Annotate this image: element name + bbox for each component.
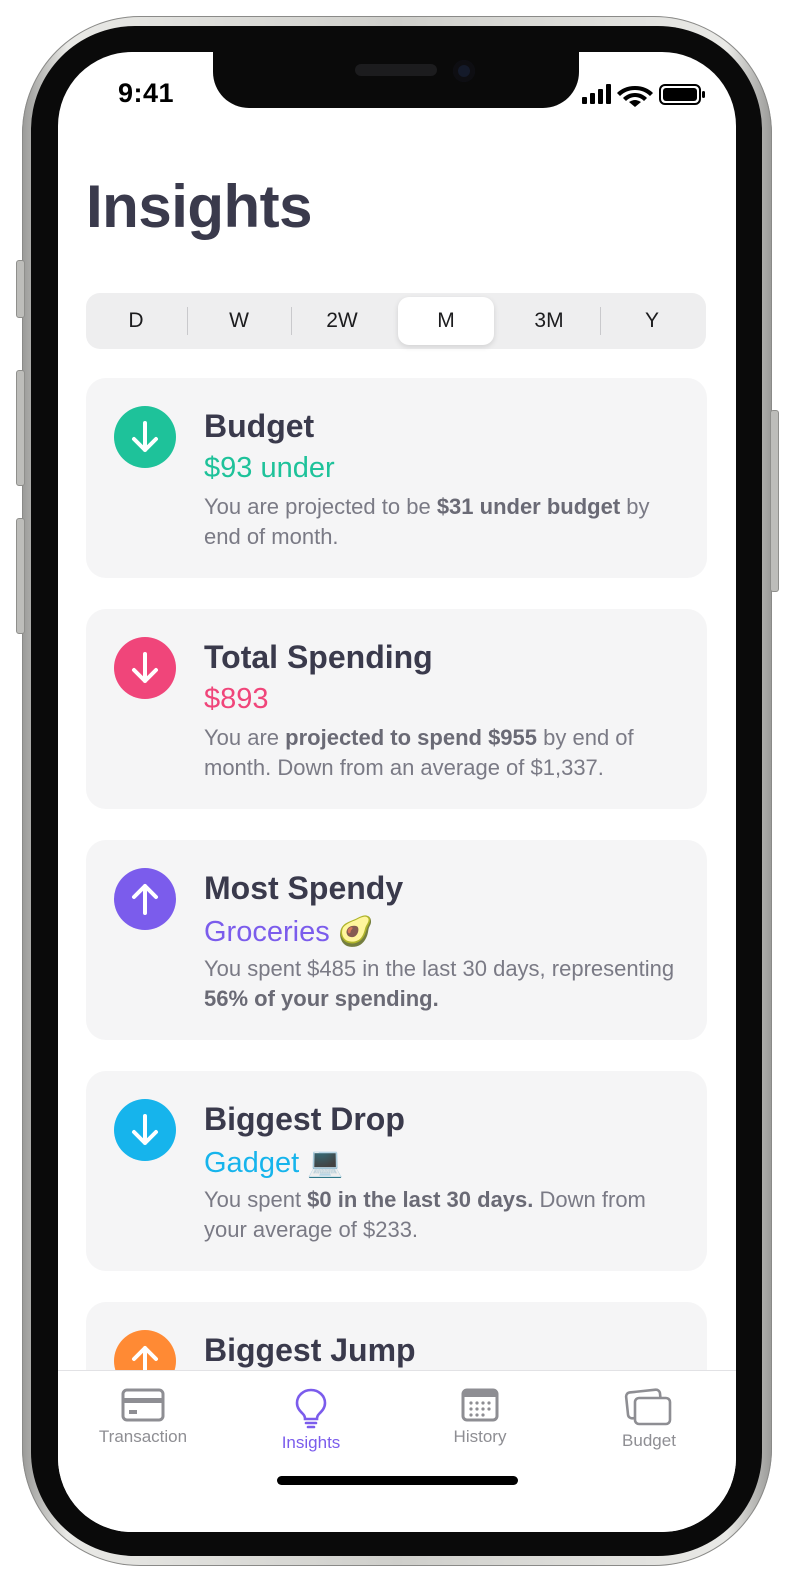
card-value: $93 under <box>204 452 335 484</box>
card-description: You spent $485 in the last 30 days, repr… <box>204 956 675 1011</box>
period-option-m[interactable]: M <box>398 297 494 345</box>
period-selector: D W 2W M 3M Y <box>86 293 706 349</box>
segment-divider <box>187 307 188 335</box>
tab-bar: Transaction Insights History Budget <box>58 1370 736 1532</box>
insight-card-biggest-drop[interactable]: Biggest Drop Gadget 💻 You spent $0 in th… <box>86 1071 707 1271</box>
card-title: Most Spendy <box>204 870 404 906</box>
card-title: Total Spending <box>204 639 433 675</box>
silent-switch <box>16 260 25 318</box>
screen: 9:41 Insights D W 2W M 3M Y Budget $93 u… <box>58 52 736 1532</box>
tab-transaction[interactable]: Transaction <box>68 1387 218 1461</box>
status-icons <box>580 82 708 108</box>
card-title: Biggest Drop <box>204 1101 405 1137</box>
arrow-down-icon <box>114 406 176 468</box>
tab-label: Transaction <box>98 1427 188 1446</box>
power-button <box>770 410 779 592</box>
cellular-signal-icon <box>582 84 611 104</box>
laptop-emoji: 💻 <box>307 1145 344 1179</box>
tab-label: History <box>453 1427 507 1446</box>
tab-insights[interactable]: Insights <box>236 1387 386 1461</box>
card-value-text: Groceries <box>204 916 330 948</box>
tab-label: Insights <box>281 1433 341 1452</box>
speaker-grille <box>355 64 437 76</box>
credit-card-icon <box>121 1388 165 1422</box>
period-option-d[interactable]: D <box>88 297 184 345</box>
card-title: Biggest Jump <box>204 1332 416 1368</box>
notch <box>213 52 579 108</box>
insight-card-most-spendy[interactable]: Most Spendy Groceries 🥑 You spent $485 i… <box>86 840 707 1040</box>
status-time: 9:41 <box>118 78 175 108</box>
tab-label: Budget <box>622 1431 676 1450</box>
volume-down-button <box>16 518 25 634</box>
period-option-y[interactable]: Y <box>604 297 700 345</box>
card-value: Groceries 🥑 <box>204 914 374 949</box>
insight-card-total-spending[interactable]: Total Spending $893 You are projected to… <box>86 609 707 809</box>
period-option-3m[interactable]: 3M <box>501 297 597 345</box>
insight-card-budget[interactable]: Budget $93 under You are projected to be… <box>86 378 707 578</box>
card-title: Budget <box>204 408 315 444</box>
period-option-2w[interactable]: 2W <box>294 297 390 345</box>
cards-stack-icon <box>624 1388 672 1426</box>
arrow-down-icon <box>114 637 176 699</box>
card-value: $893 <box>204 683 269 715</box>
volume-up-button <box>16 370 25 486</box>
card-value: Gadget 💻 <box>204 1145 343 1180</box>
segment-divider <box>291 307 292 335</box>
card-description: You are projected to spend $955 by end o… <box>204 725 634 780</box>
front-camera <box>453 60 475 82</box>
arrow-down-icon <box>114 1099 176 1161</box>
card-value-text: Gadget <box>204 1147 300 1179</box>
tab-history[interactable]: History <box>405 1387 555 1461</box>
tab-budget[interactable]: Budget <box>574 1387 724 1461</box>
wifi-icon <box>617 86 653 107</box>
page-title: Insights <box>86 173 313 240</box>
period-option-w[interactable]: W <box>191 297 287 345</box>
segment-divider <box>600 307 601 335</box>
avocado-emoji: 🥑 <box>337 914 374 948</box>
battery-icon <box>659 84 705 105</box>
home-indicator <box>277 1476 518 1485</box>
arrow-up-icon <box>114 868 176 930</box>
lightbulb-icon <box>295 1388 327 1429</box>
calendar-icon <box>461 1388 499 1422</box>
card-description: You are projected to be $31 under budget… <box>204 494 650 549</box>
card-description: You spent $0 in the last 30 days. Down f… <box>204 1187 646 1242</box>
